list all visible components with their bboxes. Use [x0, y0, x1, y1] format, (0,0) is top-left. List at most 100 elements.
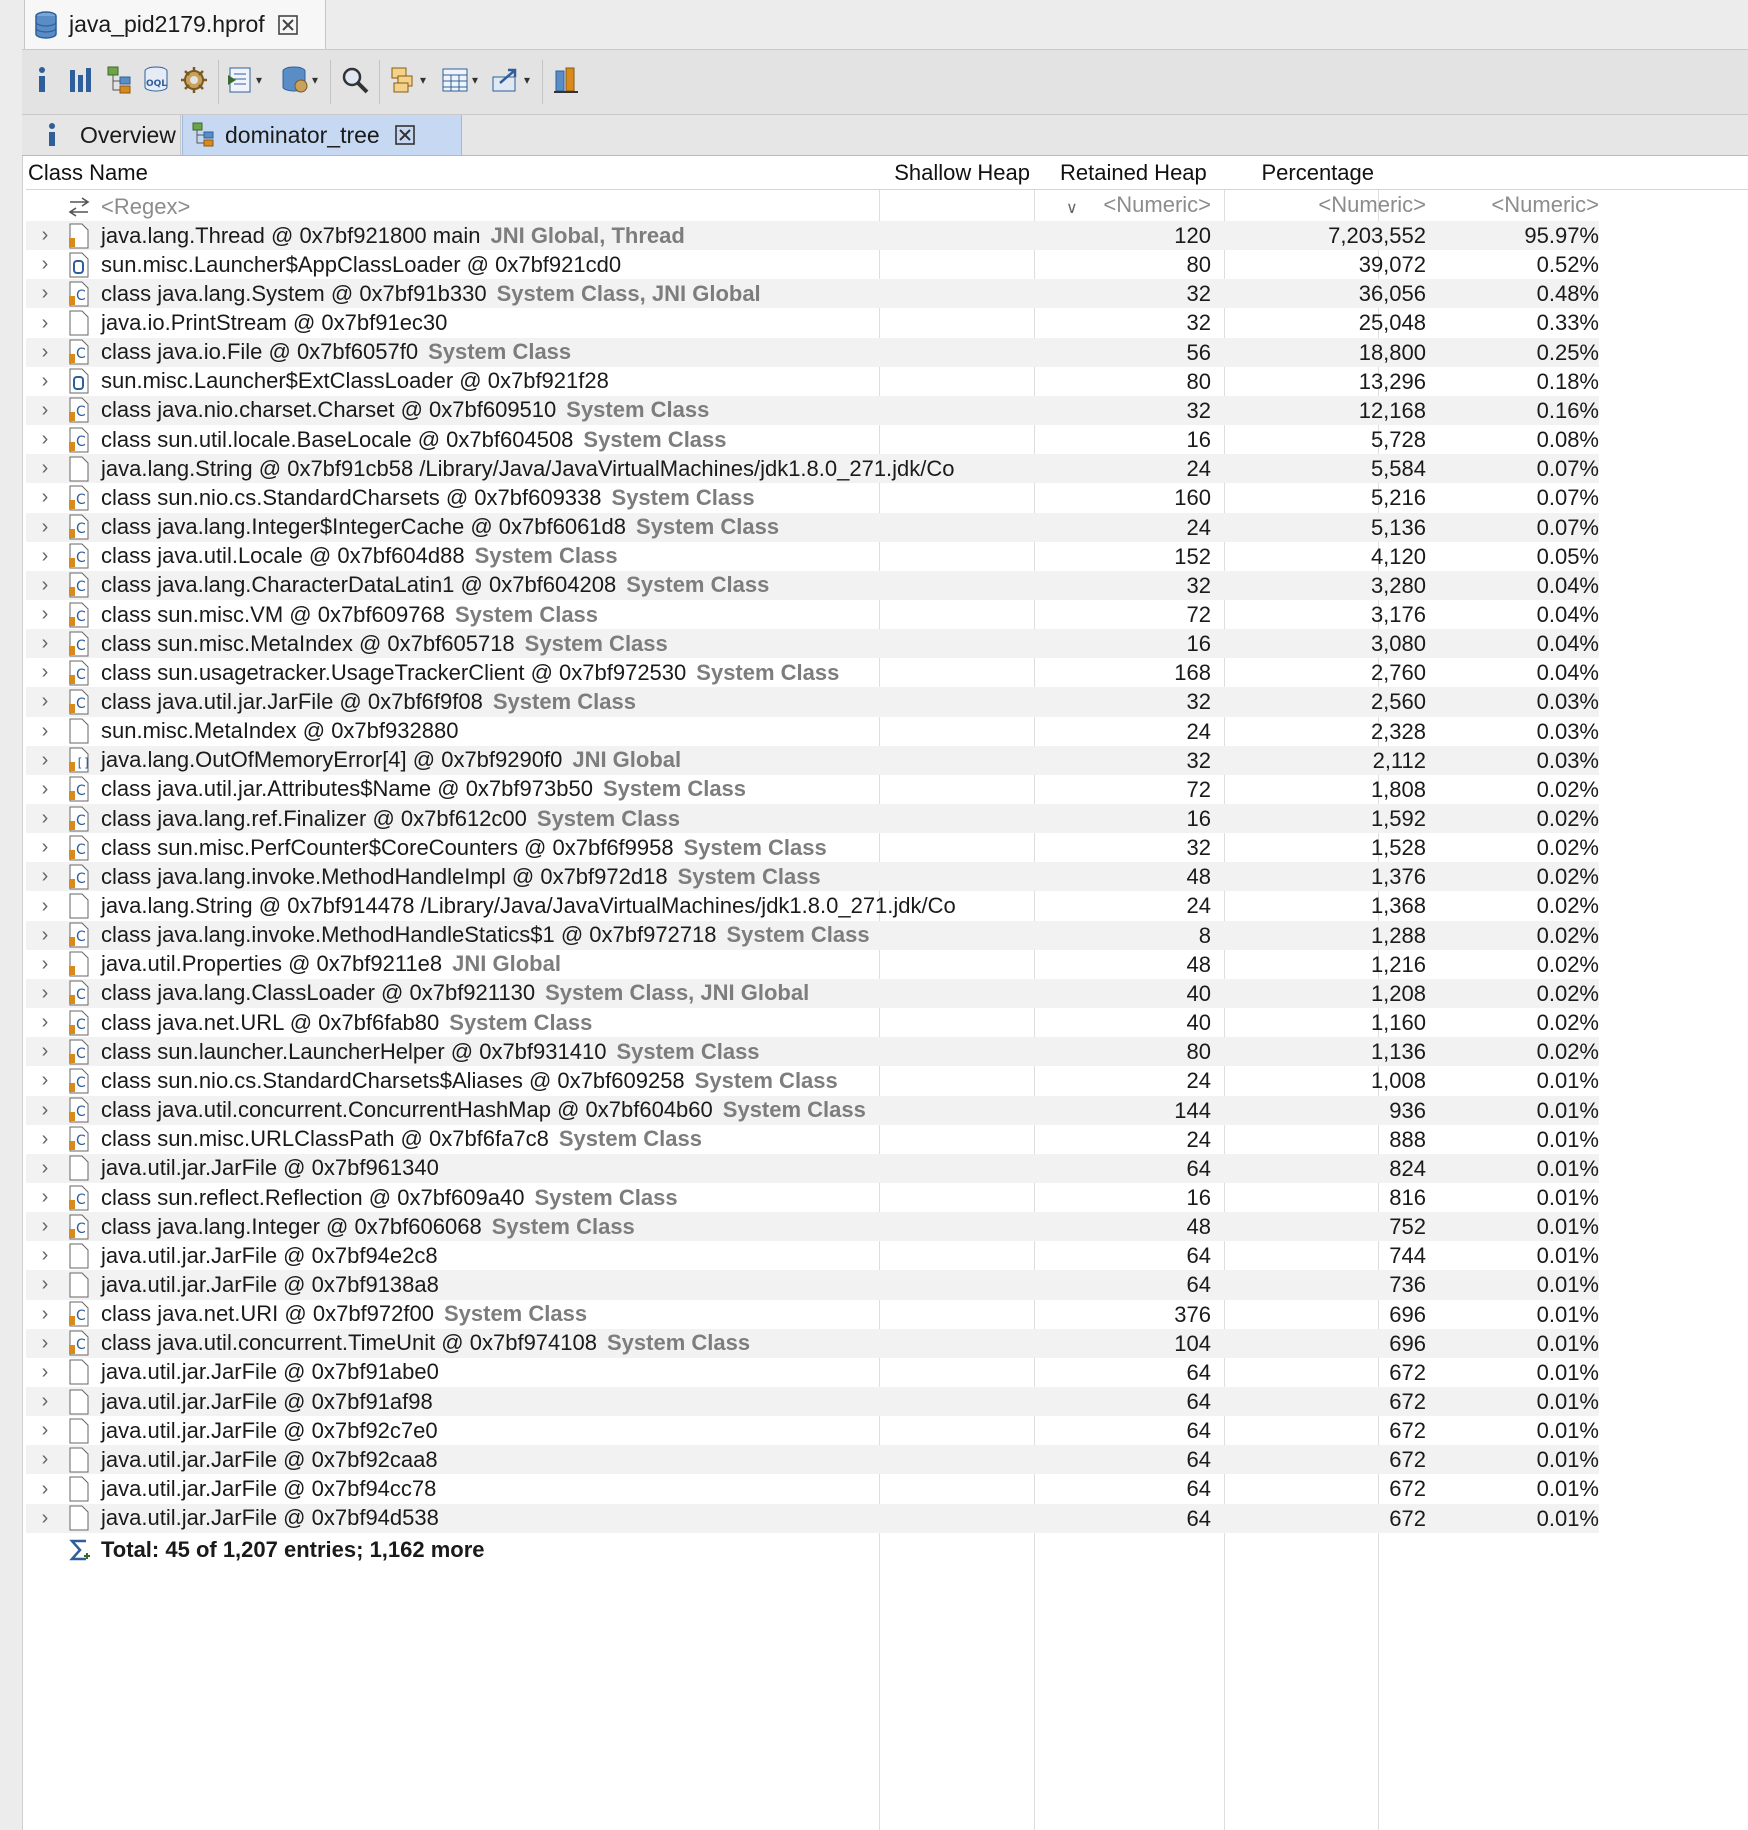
- expand-chevron-icon[interactable]: ›: [36, 865, 54, 888]
- table-row[interactable]: › Cclass java.lang.invoke.MethodHandleSta…: [26, 920, 1599, 950]
- expand-chevron-icon[interactable]: ›: [36, 1361, 54, 1384]
- table-row[interactable]: › Cclass java.lang.CharacterDataLatin1 @ …: [26, 570, 1599, 600]
- expand-chevron-icon[interactable]: ›: [36, 574, 54, 597]
- expand-chevron-icon[interactable]: ›: [36, 953, 54, 976]
- expand-chevron-icon[interactable]: ›: [36, 1303, 54, 1326]
- table-row[interactable]: › java.util.Properties @ 0x7bf9211e8 JNI G…: [26, 950, 1599, 979]
- histogram-icon[interactable]: [68, 60, 94, 100]
- expand-chevron-icon[interactable]: ›: [36, 632, 54, 655]
- expand-chevron-icon[interactable]: ›: [36, 370, 54, 393]
- expand-chevron-icon[interactable]: ›: [36, 428, 54, 451]
- tab-overview[interactable]: Overview: [30, 115, 181, 155]
- expand-chevron-icon[interactable]: ›: [36, 1215, 54, 1238]
- table-row[interactable]: › java.util.jar.JarFile @ 0x7bf94d538 64 67…: [26, 1503, 1599, 1533]
- total-row[interactable]: › Total: 45 of 1,207 entries; 1,162 more: [26, 1533, 1599, 1562]
- expand-chevron-icon[interactable]: ›: [36, 1244, 54, 1267]
- expand-chevron-icon[interactable]: ›: [36, 836, 54, 859]
- table-row[interactable]: › java.lang.String @ 0x7bf91cb58 /Library…: [26, 454, 1599, 484]
- table-row[interactable]: › Cclass java.net.URL @ 0x7bf6fab80 System…: [26, 1008, 1599, 1037]
- table-row[interactable]: › Cclass sun.launcher.LauncherHelper @ 0x…: [26, 1037, 1599, 1067]
- table-row[interactable]: › Cclass sun.util.locale.BaseLocale @ 0x7…: [26, 425, 1599, 454]
- expand-chevron-icon[interactable]: ›: [36, 924, 54, 947]
- expand-chevron-icon[interactable]: ›: [36, 895, 54, 918]
- expand-chevron-icon[interactable]: ›: [36, 661, 54, 684]
- table-row[interactable]: › java.util.jar.JarFile @ 0x7bf961340 64 82…: [26, 1153, 1599, 1183]
- run-report-icon[interactable]: ▾: [226, 60, 262, 100]
- expand-chevron-icon[interactable]: ›: [36, 545, 54, 568]
- expand-chevron-icon[interactable]: ›: [36, 312, 54, 335]
- table-row[interactable]: › Cclass java.util.jar.Attributes$Name @ …: [26, 775, 1599, 804]
- table-row[interactable]: › Cclass java.lang.Integer$IntegerCache @…: [26, 512, 1599, 542]
- table-row[interactable]: › java.lang.String @ 0x7bf914478 /Library…: [26, 891, 1599, 920]
- table-row[interactable]: › Cclass sun.misc.MetaIndex @ 0x7bf605718…: [26, 629, 1599, 659]
- expand-chevron-icon[interactable]: ›: [36, 1011, 54, 1034]
- close-icon[interactable]: [277, 14, 299, 36]
- expand-chevron-icon[interactable]: ›: [36, 1273, 54, 1296]
- expand-chevron-icon[interactable]: ›: [36, 1186, 54, 1209]
- oql-icon[interactable]: OQL: [142, 60, 170, 100]
- expand-chevron-icon[interactable]: ›: [36, 603, 54, 626]
- expand-chevron-icon[interactable]: ›: [36, 486, 54, 509]
- close-icon[interactable]: [394, 124, 416, 146]
- table-row[interactable]: › Cclass java.lang.invoke.MethodHandleImp…: [26, 862, 1599, 892]
- search-icon[interactable]: [340, 60, 370, 100]
- table-row[interactable]: › sun.misc.Launcher$ExtClassLoader @ 0x7b…: [26, 367, 1599, 396]
- column-class-name[interactable]: Class Name: [28, 156, 148, 189]
- expand-chevron-icon[interactable]: ›: [36, 1478, 54, 1501]
- percentage-filter-input[interactable]: <Numeric>: [1426, 190, 1599, 219]
- table-row[interactable]: › Cclass java.net.URI @ 0x7bf972f00 System…: [26, 1300, 1599, 1329]
- table-row[interactable]: › Cclass sun.misc.VM @ 0x7bf609768 System …: [26, 600, 1599, 629]
- table-row[interactable]: › java.io.PrintStream @ 0x7bf91ec30 32 25,0…: [26, 308, 1599, 337]
- expand-chevron-icon[interactable]: ›: [36, 1419, 54, 1442]
- table-row[interactable]: › [] java.lang.OutOfMemoryError[4] @ 0x7bf…: [26, 745, 1599, 775]
- group-by-icon[interactable]: ▾: [388, 60, 426, 100]
- expand-chevron-icon[interactable]: ›: [36, 1157, 54, 1180]
- expand-chevron-icon[interactable]: ›: [36, 399, 54, 422]
- table-row[interactable]: › Cclass sun.misc.URLClassPath @ 0x7bf6fa…: [26, 1125, 1599, 1154]
- expand-chevron-icon[interactable]: ›: [36, 1128, 54, 1151]
- table-row[interactable]: › sun.misc.MetaIndex @ 0x7bf932880 24 2,328…: [26, 717, 1599, 746]
- table-row[interactable]: › java.util.jar.JarFile @ 0x7bf92caa8 64 67…: [26, 1445, 1599, 1475]
- table-row[interactable]: › java.util.jar.JarFile @ 0x7bf9138a8 64 73…: [26, 1270, 1599, 1300]
- retained-filter-input[interactable]: <Numeric>: [1206, 190, 1426, 219]
- expand-chevron-icon[interactable]: ›: [36, 690, 54, 713]
- heap-dump-details-icon[interactable]: [179, 60, 209, 100]
- table-row[interactable]: › Cclass java.io.File @ 0x7bf6057f0 System…: [26, 337, 1599, 367]
- expand-chevron-icon[interactable]: ›: [36, 1507, 54, 1530]
- expand-chevron-icon[interactable]: ›: [36, 1332, 54, 1355]
- table-row[interactable]: › Cclass java.util.Locale @ 0x7bf604d88 Sy…: [26, 542, 1599, 571]
- expand-chevron-icon[interactable]: ›: [36, 1040, 54, 1063]
- expand-chevron-icon[interactable]: ›: [36, 778, 54, 801]
- table-row[interactable]: › sun.misc.Launcher$AppClassLoader @ 0x7b…: [26, 250, 1599, 279]
- table-row[interactable]: › Cclass java.lang.ref.Finalizer @ 0x7bf6…: [26, 804, 1599, 834]
- tab-dominator-tree[interactable]: dominator_tree: [182, 115, 462, 155]
- column-shallow-heap[interactable]: Shallow Heap: [880, 156, 1030, 189]
- expand-chevron-icon[interactable]: ›: [36, 1099, 54, 1122]
- expand-chevron-icon[interactable]: ›: [36, 253, 54, 276]
- table-row[interactable]: › java.util.jar.JarFile @ 0x7bf94cc78 64 67…: [26, 1474, 1599, 1503]
- export-icon[interactable]: ▾: [490, 60, 530, 100]
- file-tab[interactable]: java_pid2179.hprof: [24, 0, 326, 49]
- expand-chevron-icon[interactable]: ›: [36, 516, 54, 539]
- table-row[interactable]: › java.util.jar.JarFile @ 0x7bf92c7e0 64 67…: [26, 1416, 1599, 1445]
- expand-chevron-icon[interactable]: ›: [36, 1069, 54, 1092]
- query-browser-icon[interactable]: ▾: [280, 60, 318, 100]
- expand-chevron-icon[interactable]: ›: [36, 1448, 54, 1471]
- dominator-tree-icon[interactable]: [106, 60, 134, 100]
- table-row[interactable]: › java.util.jar.JarFile @ 0x7bf91af98 64 67…: [26, 1387, 1599, 1417]
- expand-chevron-icon[interactable]: ›: [36, 982, 54, 1005]
- table-row[interactable]: › Cclass sun.usagetracker.UsageTrackerCli…: [26, 658, 1599, 687]
- table-row[interactable]: › Cclass java.lang.Integer @ 0x7bf606068 S…: [26, 1212, 1599, 1242]
- table-row[interactable]: › java.util.jar.JarFile @ 0x7bf91abe0 64 67…: [26, 1358, 1599, 1387]
- table-row[interactable]: › Cclass java.util.concurrent.TimeUnit @ …: [26, 1328, 1599, 1358]
- column-retained-heap[interactable]: Retained Heap ∨: [1060, 156, 1210, 217]
- expand-chevron-icon[interactable]: ›: [36, 749, 54, 772]
- info-icon[interactable]: [32, 60, 52, 100]
- expand-chevron-icon[interactable]: ›: [36, 807, 54, 830]
- table-row[interactable]: › Cclass java.nio.charset.Charset @ 0x7bf…: [26, 395, 1599, 426]
- expand-chevron-icon[interactable]: ›: [36, 457, 54, 480]
- table-row[interactable]: › Cclass sun.nio.cs.StandardCharsets @ 0x…: [26, 483, 1599, 512]
- calculate-retained-size-icon[interactable]: ▾: [440, 60, 478, 100]
- expand-chevron-icon[interactable]: ›: [36, 1390, 54, 1413]
- expand-chevron-icon[interactable]: ›: [36, 282, 54, 305]
